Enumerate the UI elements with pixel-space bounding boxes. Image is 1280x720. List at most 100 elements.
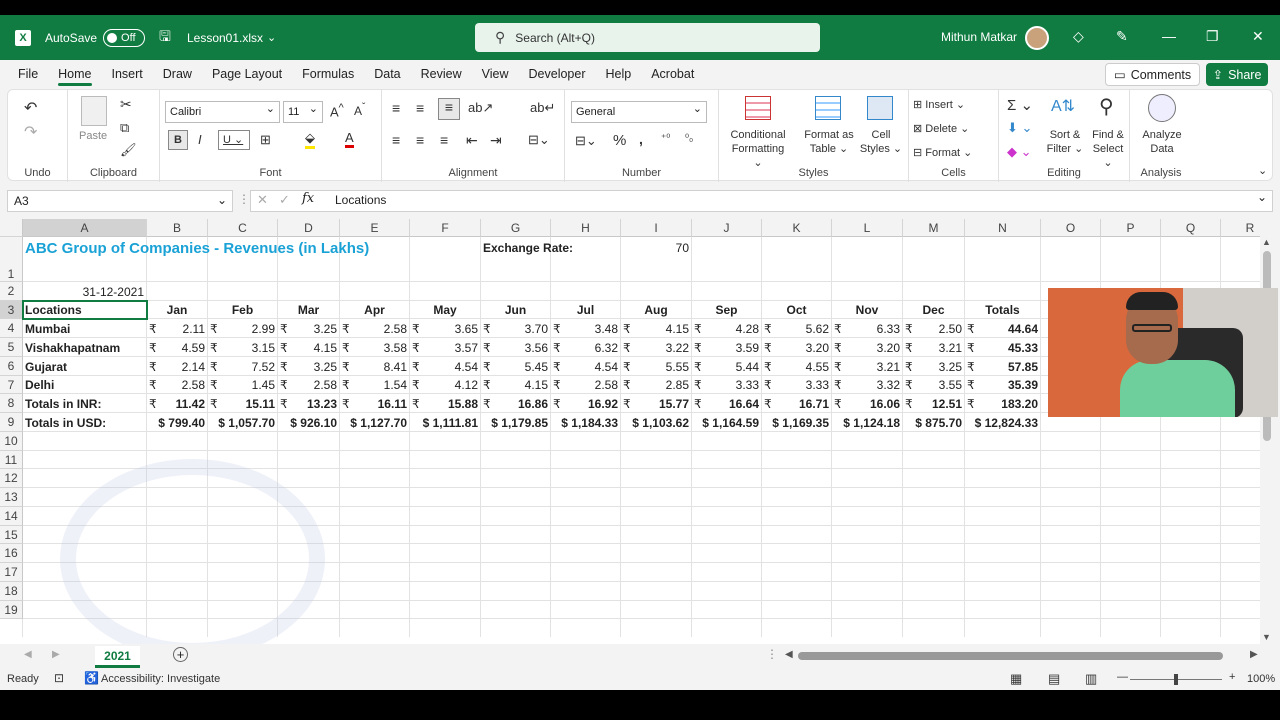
- avatar[interactable]: [1025, 26, 1049, 50]
- month-header[interactable]: Jul: [553, 303, 618, 318]
- expand-formula-icon[interactable]: ⌄: [1257, 190, 1267, 204]
- align-left-icon[interactable]: ≡: [392, 132, 400, 148]
- revenue-cell[interactable]: 4.54: [553, 360, 618, 375]
- row-header-9[interactable]: 9: [0, 413, 23, 432]
- exchange-rate-label[interactable]: Exchange Rate:: [483, 241, 618, 256]
- accessibility-status[interactable]: Accessibility: Investigate: [101, 673, 220, 685]
- month-header[interactable]: Jun: [483, 303, 548, 318]
- file-name[interactable]: Lesson01.xlsx: [187, 31, 263, 45]
- row-header-17[interactable]: 17: [0, 563, 23, 582]
- minimize-icon[interactable]: —: [1162, 28, 1176, 44]
- column-header-i[interactable]: I: [621, 219, 692, 237]
- row-header-5[interactable]: 5: [0, 338, 23, 357]
- find-select-button[interactable]: Find & Select ⌄: [1087, 128, 1129, 170]
- column-header-c[interactable]: C: [208, 219, 278, 237]
- revenue-cell[interactable]: 3.15: [210, 341, 275, 356]
- location-total[interactable]: 45.33: [967, 341, 1038, 356]
- save-icon[interactable]: 🖫: [159, 26, 171, 50]
- inr-total-value[interactable]: 16.06: [834, 397, 900, 412]
- conditional-formatting-icon[interactable]: [745, 96, 771, 120]
- decrease-decimal-icon[interactable]: ⁰₀: [685, 133, 693, 144]
- usd-total-value[interactable]: $ 1,179.85: [483, 416, 548, 431]
- zoom-slider-thumb[interactable]: [1174, 674, 1178, 685]
- restore-icon[interactable]: ❐: [1206, 28, 1219, 45]
- format-cells-button[interactable]: ⊟ Format ⌄: [913, 146, 972, 159]
- month-header[interactable]: Sep: [694, 303, 759, 318]
- tab-insert[interactable]: Insert: [102, 60, 153, 88]
- location-label[interactable]: Gujarat: [25, 360, 144, 375]
- usd-total-value[interactable]: $ 1,057.70: [210, 416, 275, 431]
- usd-total-value[interactable]: $ 799.40: [149, 416, 205, 431]
- decrease-font-icon[interactable]: Aˇ: [354, 102, 365, 118]
- zoom-out-icon[interactable]: —: [1117, 671, 1128, 683]
- month-header[interactable]: May: [412, 303, 478, 318]
- cell-styles-button[interactable]: Cell Styles ⌄: [859, 128, 903, 156]
- revenue-cell[interactable]: 4.54: [412, 360, 478, 375]
- cut-icon[interactable]: ✂: [120, 96, 132, 113]
- diamond-icon[interactable]: ◇: [1073, 28, 1084, 45]
- format-as-table-button[interactable]: Format as Table ⌄: [801, 128, 857, 156]
- column-header-h[interactable]: H: [551, 219, 621, 237]
- revenue-cell[interactable]: 3.22: [623, 341, 689, 356]
- row-header-1[interactable]: 1: [0, 237, 23, 282]
- usd-total-value[interactable]: $ 875.70: [905, 416, 962, 431]
- revenue-cell[interactable]: 5.55: [623, 360, 689, 375]
- inr-total-value[interactable]: 16.64: [694, 397, 759, 412]
- row-header-3[interactable]: 3: [0, 301, 23, 319]
- tab-data[interactable]: Data: [364, 60, 410, 88]
- analyze-data-icon[interactable]: [1148, 94, 1176, 122]
- month-header[interactable]: Aug: [623, 303, 689, 318]
- cell-styles-icon[interactable]: [867, 96, 893, 120]
- autosave-toggle[interactable]: Off: [103, 28, 146, 47]
- sort-filter-button[interactable]: Sort & Filter ⌄: [1045, 128, 1085, 156]
- row-header-18[interactable]: 18: [0, 582, 23, 601]
- revenue-cell[interactable]: 5.45: [483, 360, 548, 375]
- comma-style-icon[interactable]: ,: [639, 131, 643, 147]
- font-size-select[interactable]: 11: [283, 99, 323, 123]
- column-header-q[interactable]: Q: [1161, 219, 1221, 237]
- revenue-cell[interactable]: 3.33: [764, 378, 829, 393]
- row-header-16[interactable]: 16: [0, 544, 23, 563]
- row-header-15[interactable]: 15: [0, 526, 23, 544]
- merge-center-icon[interactable]: ⊟⌄: [528, 132, 550, 148]
- find-icon[interactable]: ⚲: [1099, 94, 1114, 119]
- report-date[interactable]: 31-12-2021: [25, 285, 144, 300]
- column-header-f[interactable]: F: [410, 219, 481, 237]
- revenue-cell[interactable]: 3.20: [834, 341, 900, 356]
- revenue-cell[interactable]: 4.59: [149, 341, 205, 356]
- align-top-icon[interactable]: ≡: [392, 100, 400, 116]
- month-header[interactable]: Nov: [834, 303, 900, 318]
- zoom-level[interactable]: 100%: [1247, 673, 1275, 685]
- row-header-19[interactable]: 19: [0, 601, 23, 619]
- month-header[interactable]: Jan: [149, 303, 205, 318]
- redo-icon[interactable]: ↷: [24, 122, 37, 142]
- column-header-o[interactable]: O: [1041, 219, 1101, 237]
- zoom-in-icon[interactable]: +: [1229, 671, 1235, 683]
- revenue-cell[interactable]: 5.44: [694, 360, 759, 375]
- user-name[interactable]: Mithun Matkar: [941, 30, 1017, 44]
- insert-cells-button[interactable]: ⊞ Insert ⌄: [913, 98, 965, 111]
- inr-total-value[interactable]: 16.71: [764, 397, 829, 412]
- pen-icon[interactable]: ✎: [1116, 28, 1128, 45]
- revenue-cell[interactable]: 2.58: [553, 378, 618, 393]
- revenue-cell[interactable]: 3.33: [694, 378, 759, 393]
- increase-decimal-icon[interactable]: ⁺⁰: [661, 133, 670, 144]
- tab-review[interactable]: Review: [411, 60, 472, 88]
- month-header[interactable]: Oct: [764, 303, 829, 318]
- usd-total-value[interactable]: $ 1,124.18: [834, 416, 900, 431]
- column-header-d[interactable]: D: [278, 219, 340, 237]
- undo-icon[interactable]: ↶: [24, 98, 37, 118]
- revenue-cell[interactable]: 4.15: [483, 378, 548, 393]
- usd-total-value[interactable]: $ 1,169.35: [764, 416, 829, 431]
- row-header-12[interactable]: 12: [0, 469, 23, 488]
- italic-button[interactable]: I: [198, 132, 202, 147]
- location-total[interactable]: 35.39: [967, 378, 1038, 393]
- tab-developer[interactable]: Developer: [519, 60, 596, 88]
- fill-color-icon[interactable]: ⬙: [305, 130, 315, 149]
- tab-acrobat[interactable]: Acrobat: [641, 60, 704, 88]
- month-header[interactable]: Totals: [967, 303, 1038, 318]
- column-header-l[interactable]: L: [832, 219, 903, 237]
- revenue-cell[interactable]: 2.50: [905, 322, 962, 337]
- usd-total-value[interactable]: $ 1,127.70: [342, 416, 407, 431]
- percent-icon[interactable]: %: [613, 132, 626, 149]
